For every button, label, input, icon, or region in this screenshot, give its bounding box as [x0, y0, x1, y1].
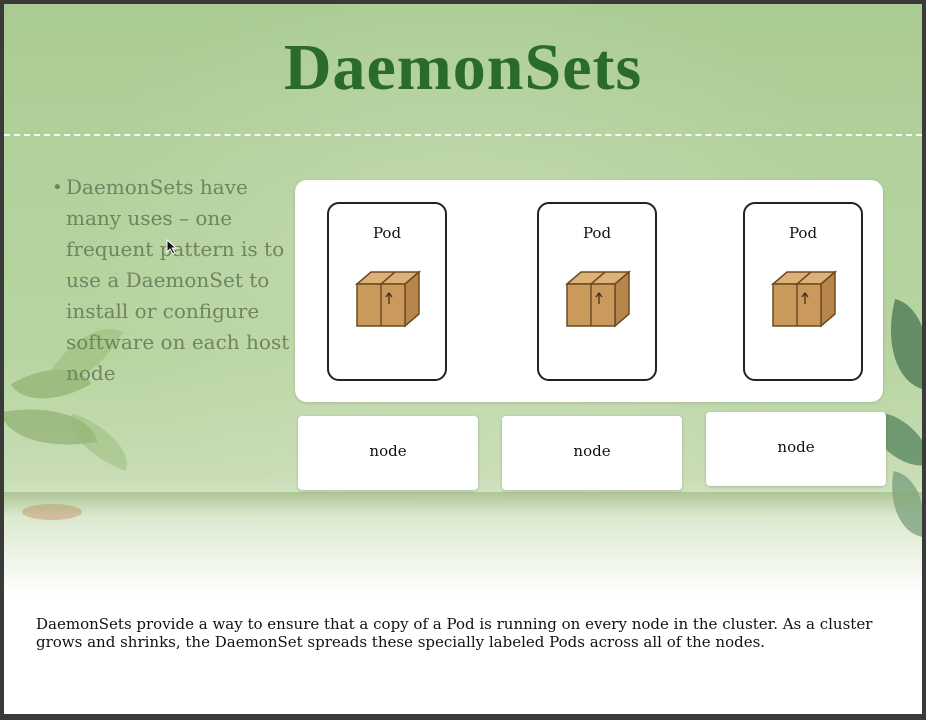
pod-card: Pod	[743, 202, 863, 381]
pod-label: Pod	[788, 224, 818, 242]
node-label: node	[573, 442, 611, 460]
ground-strip	[4, 492, 922, 516]
node-card: node	[502, 416, 682, 490]
bullet-list: • DaemonSets have many uses – one freque…	[50, 172, 300, 389]
pod-card: Pod	[537, 202, 657, 381]
bullet-item: • DaemonSets have many uses – one freque…	[50, 172, 300, 389]
dashed-divider	[4, 134, 922, 136]
bullet-text: DaemonSets have many uses – one frequent…	[66, 175, 290, 385]
node-card: node	[706, 412, 886, 486]
box-icon	[354, 270, 421, 328]
pod-card: Pod	[327, 202, 447, 381]
mouse-pointer-icon	[166, 239, 178, 255]
pod-label: Pod	[582, 224, 612, 242]
box-icon	[770, 270, 837, 328]
caption-text: DaemonSets provide a way to ensure that …	[36, 615, 873, 651]
node-label: node	[369, 442, 407, 460]
pod-label: Pod	[372, 224, 402, 242]
slide: DaemonSets • DaemonSets have many uses –…	[4, 4, 922, 594]
video-frame: DaemonSets • DaemonSets have many uses –…	[4, 4, 922, 714]
node-label: node	[777, 438, 815, 456]
pod-panel: Pod Pod Pod	[295, 180, 883, 402]
bullet-dot-icon: •	[52, 177, 63, 198]
node-card: node	[298, 416, 478, 490]
box-icon	[564, 270, 631, 328]
slide-title: DaemonSets	[283, 31, 643, 104]
